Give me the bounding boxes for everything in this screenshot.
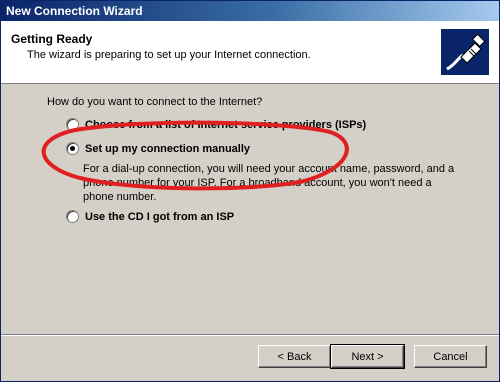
radio-manual[interactable] xyxy=(66,142,79,155)
window-title: New Connection Wizard xyxy=(6,4,143,18)
option-isp-list-label: Choose from a list of Internet service p… xyxy=(85,118,367,131)
option-isp-cd[interactable]: Use the CD I got from an ISP xyxy=(66,210,234,223)
option-manual[interactable]: Set up my connection manually xyxy=(66,142,250,155)
title-bar[interactable]: New Connection Wizard xyxy=(1,1,499,21)
header-title: Getting Ready xyxy=(11,32,93,46)
manual-description: For a dial-up connection, you will need … xyxy=(83,163,455,203)
footer-separator xyxy=(1,334,499,336)
radio-isp-list[interactable] xyxy=(66,118,79,131)
option-manual-label: Set up my connection manually xyxy=(85,142,251,155)
connect-question: How do you want to connect to the Intern… xyxy=(47,96,263,108)
radio-isp-cd[interactable] xyxy=(66,210,79,223)
wizard-window: New Connection Wizard Getting Ready The … xyxy=(0,0,500,382)
back-button[interactable]: < Back xyxy=(258,345,331,368)
option-isp-cd-label: Use the CD I got from an ISP xyxy=(85,210,235,223)
header-subtitle: The wizard is preparing to set up your I… xyxy=(27,49,311,61)
next-button[interactable]: Next > xyxy=(330,344,405,369)
cancel-button[interactable]: Cancel xyxy=(414,345,487,368)
option-isp-list[interactable]: Choose from a list of Internet service p… xyxy=(66,118,366,131)
network-cable-icon xyxy=(441,29,489,75)
wizard-header: Getting Ready The wizard is preparing to… xyxy=(1,21,499,84)
